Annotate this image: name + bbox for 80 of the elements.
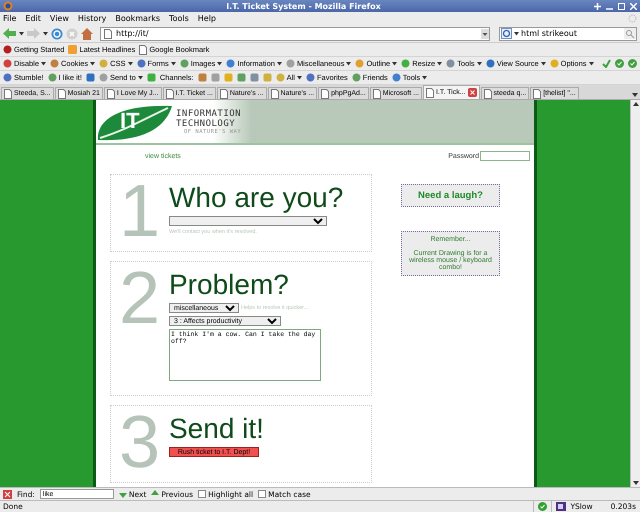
square-icon[interactable] <box>262 73 272 82</box>
round-icon <box>486 59 495 68</box>
page-icon <box>104 28 112 38</box>
page-icon <box>166 88 174 98</box>
step-heading: Who are you? <box>169 183 344 213</box>
menu-item[interactable]: File <box>3 14 16 23</box>
page-icon <box>4 88 12 98</box>
menu-item[interactable]: Bookmarks <box>115 14 160 23</box>
laugh-link-box[interactable]: Need a laugh? <box>401 184 500 207</box>
step-heading: Problem? <box>169 270 290 300</box>
feed-icon <box>68 45 78 54</box>
list-tabs-icon[interactable] <box>631 91 639 99</box>
page-icon <box>270 88 278 98</box>
search-icon[interactable] <box>624 28 636 39</box>
step-number: 1 <box>119 175 162 247</box>
logo-mark: IT <box>120 108 140 134</box>
page-icon <box>220 88 228 98</box>
yslow-icon <box>556 502 566 511</box>
home-icon[interactable] <box>81 28 93 40</box>
page-icon <box>106 88 115 98</box>
scrollbar[interactable] <box>630 100 640 487</box>
square-icon[interactable] <box>250 73 259 82</box>
page-icon <box>139 44 148 54</box>
menu-item[interactable]: History <box>78 14 106 23</box>
up-arrow-icon <box>151 490 160 498</box>
address-field[interactable]: http://it/ <box>100 26 490 40</box>
back-arrow-icon[interactable] <box>3 28 16 39</box>
page-icon <box>484 88 492 98</box>
step-number: 2 <box>119 262 162 341</box>
scroll-down-icon[interactable] <box>632 479 640 487</box>
square-icon[interactable] <box>86 73 95 82</box>
search-field[interactable]: html strikeout <box>499 26 637 40</box>
page-icon <box>58 88 66 98</box>
checkbox[interactable] <box>198 490 206 498</box>
throbber-icon <box>628 14 637 23</box>
caret-icon <box>19 32 24 36</box>
window-title: I.T. Ticket System - Mozilla Firefox <box>225 2 382 10</box>
round-icon <box>306 73 315 82</box>
dropdown[interactable] <box>169 216 327 226</box>
logo-text: TECHNOLOGY <box>176 118 236 128</box>
down-arrow-icon <box>118 490 127 498</box>
reload-icon[interactable] <box>51 28 63 40</box>
flame-icon <box>3 45 12 54</box>
round-icon <box>446 59 456 68</box>
caret-icon <box>43 32 48 36</box>
page-icon <box>321 88 330 98</box>
url-text: http://it/ <box>116 29 149 38</box>
caret-icon <box>514 32 519 36</box>
checkbox[interactable] <box>258 490 266 498</box>
close-icon[interactable] <box>468 88 477 97</box>
globe-icon <box>3 1 13 11</box>
square-icon[interactable] <box>146 73 156 82</box>
step-heading: Send it! <box>169 414 264 444</box>
check-icon <box>602 59 611 68</box>
square-icon[interactable] <box>236 73 246 82</box>
menu-item[interactable]: Edit <box>25 14 41 23</box>
check-circle-icon <box>628 59 637 68</box>
page-icon <box>372 88 381 98</box>
square-icon[interactable] <box>198 73 207 82</box>
square-icon[interactable] <box>210 73 220 82</box>
dropdown-icon[interactable] <box>481 28 489 38</box>
g-logo-icon[interactable] <box>501 28 512 39</box>
round-icon <box>226 59 236 68</box>
menu-item[interactable]: Tools <box>169 14 189 23</box>
menu-item[interactable]: Help <box>198 14 216 23</box>
maximize-icon[interactable] <box>618 2 625 10</box>
logo-text: INFORMATION <box>176 108 242 118</box>
search-text: html strikeout <box>521 29 577 38</box>
check-circle-icon <box>615 59 624 68</box>
menu-item[interactable]: View <box>50 14 69 23</box>
page-icon <box>426 88 434 98</box>
close-icon[interactable] <box>3 490 12 498</box>
round-icon <box>136 59 146 68</box>
round-icon <box>180 59 189 68</box>
step-number: 3 <box>119 406 162 478</box>
plus-icon[interactable] <box>594 2 601 10</box>
close-icon[interactable] <box>630 2 637 10</box>
password-field[interactable] <box>480 151 530 161</box>
check-circle-icon <box>538 502 548 511</box>
round-icon <box>550 59 559 68</box>
